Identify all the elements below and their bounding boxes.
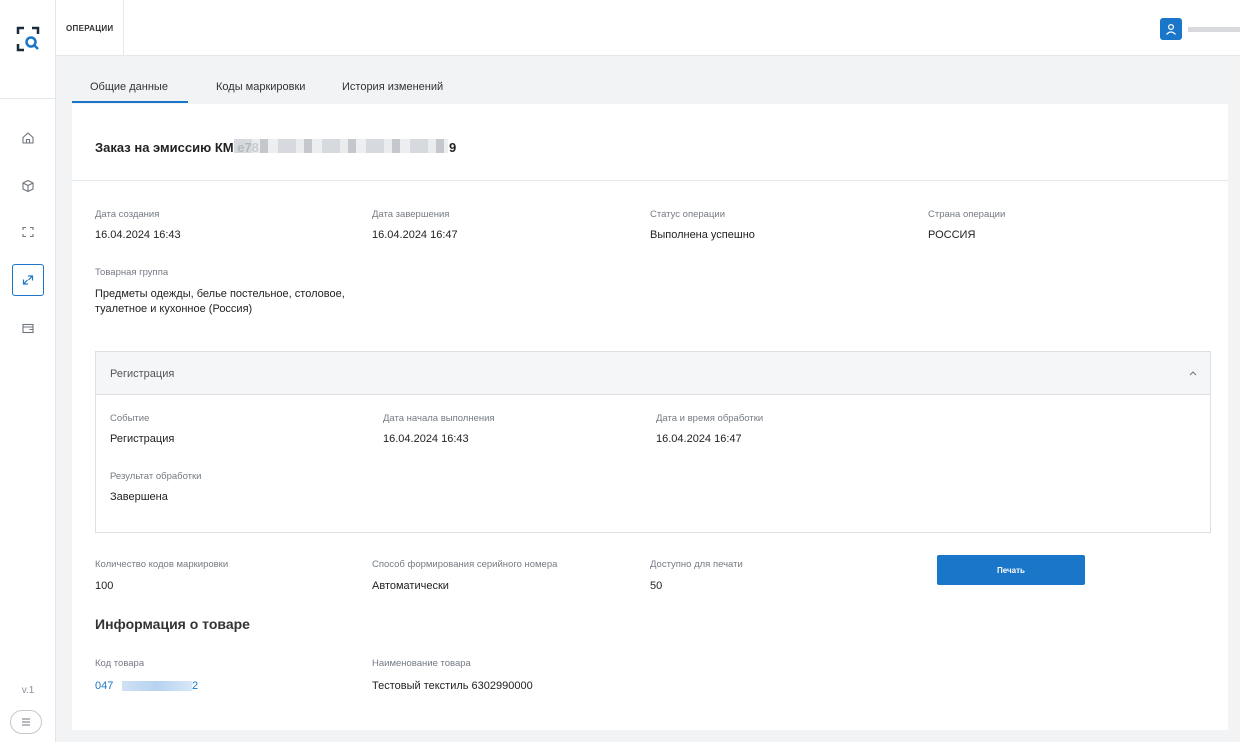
codes-count-label: Количество кодов маркировки — [95, 559, 229, 570]
redacted-order-id — [234, 139, 448, 153]
processed-label: Дата и время обработки — [656, 413, 764, 424]
menu-button[interactable] — [10, 710, 42, 734]
product-group-label: Товарная группа — [95, 267, 169, 278]
product-code-link[interactable]: 047 — [95, 680, 113, 692]
status-value: Выполнена успешно — [650, 229, 755, 241]
top-bar: ОПЕРАЦИИ — [56, 0, 1240, 56]
status-label: Статус операции — [650, 209, 726, 220]
user-name-redacted[interactable] — [1188, 27, 1240, 32]
print-button[interactable]: Печать — [937, 555, 1085, 585]
chevron-up-icon[interactable] — [1188, 369, 1198, 377]
codes-count-value: 100 — [95, 580, 114, 592]
card-header: Заказ на эмиссию КМ e78 9 — [72, 104, 1228, 181]
available-print-value: 50 — [650, 580, 663, 592]
created-value: 16.04.2024 16:43 — [95, 229, 181, 241]
created-label: Дата создания — [95, 209, 160, 220]
registration-title: Регистрация — [110, 368, 175, 380]
wallet-icon — [22, 323, 34, 334]
start-label: Дата начала выполнения — [383, 413, 495, 424]
home-icon — [22, 132, 34, 144]
order-title-suffix: 9 — [449, 140, 457, 155]
product-code-suffix[interactable]: 2 — [192, 680, 198, 692]
product-code-label: Код товара — [95, 658, 145, 669]
product-section-title: Информация о товаре — [95, 616, 250, 632]
order-card: Заказ на эмиссию КМ e78 9 Дата создания … — [72, 104, 1228, 730]
scan-frame-icon — [22, 226, 34, 238]
sidebar-item-home[interactable] — [12, 122, 44, 154]
sidebar-divider — [0, 98, 56, 99]
serial-method-value: Автоматически — [372, 580, 449, 592]
sidebar-item-scan[interactable] — [12, 216, 44, 248]
country-label: Страна операции — [928, 209, 1006, 220]
user-avatar[interactable] — [1160, 18, 1182, 40]
sidebar-item-operations[interactable] — [12, 264, 44, 296]
processed-value: 16.04.2024 16:47 — [656, 433, 742, 445]
serial-method-label: Способ формирования серийного номера — [372, 559, 558, 570]
finished-label: Дата завершения — [372, 209, 450, 220]
redacted-product-code — [122, 681, 192, 691]
result-value: Завершена — [110, 491, 168, 503]
hamburger-icon — [22, 718, 30, 726]
product-name-label: Наименование товара — [372, 658, 471, 669]
finished-value: 16.04.2024 16:47 — [372, 229, 458, 241]
registration-panel: Регистрация Событие Регистрация Дата нач… — [95, 351, 1211, 533]
available-print-label: Доступно для печати — [650, 559, 743, 570]
user-icon — [1166, 23, 1176, 35]
top-tab-operations[interactable]: ОПЕРАЦИИ — [56, 0, 125, 56]
event-value: Регистрация — [110, 433, 175, 445]
tab-change-history[interactable]: История изменений — [342, 72, 443, 103]
start-value: 16.04.2024 16:43 — [383, 433, 469, 445]
sidebar-item-products[interactable] — [12, 170, 44, 202]
sidebar-item-wallet[interactable] — [12, 312, 44, 344]
box-icon — [22, 179, 34, 193]
product-group-value: Предметы одежды, белье постельное, столо… — [95, 288, 345, 315]
tab-general[interactable]: Общие данные — [72, 72, 188, 103]
app-logo-icon[interactable] — [16, 26, 40, 52]
sidebar: v.1 — [0, 0, 56, 742]
tab-marking-codes[interactable]: Коды маркировки — [216, 72, 305, 103]
arrows-exchange-icon — [22, 275, 34, 285]
app-version: v.1 — [21, 685, 35, 696]
product-name-value: Тестовый текстиль 6302990000 — [372, 680, 533, 692]
result-label: Результат обработки — [110, 471, 202, 482]
registration-header[interactable]: Регистрация — [96, 352, 1210, 395]
event-label: Событие — [110, 413, 150, 424]
country-value: РОССИЯ — [928, 229, 976, 241]
